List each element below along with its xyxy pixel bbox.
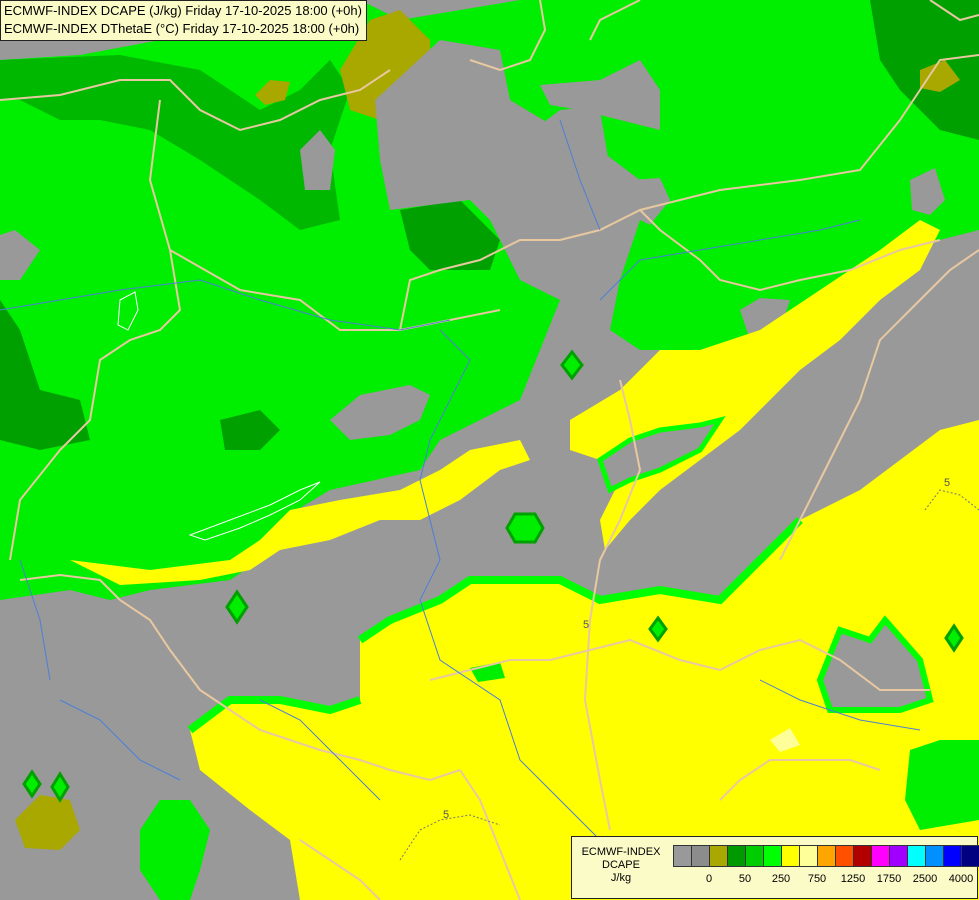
color-legend: ECMWF-INDEX DCAPE J/kg 0 50 250 750 1250 1750… (571, 836, 979, 899)
legend-swatch (944, 846, 962, 866)
legend-swatch (854, 846, 872, 866)
legend-swatch (962, 846, 979, 866)
legend-swatch (926, 846, 944, 866)
legend-tick-label: 750 (807, 873, 827, 885)
legend-swatch (908, 846, 926, 866)
legend-swatch (836, 846, 854, 866)
legend-tick-label: 4000 (948, 873, 974, 885)
legend-ticks: 0 50 250 750 1250 1750 2500 4000 (673, 873, 973, 887)
legend-swatch (872, 846, 890, 866)
legend-tick-label: 1250 (840, 873, 866, 885)
dcape-map: 5 5 5 (0, 0, 979, 900)
legend-swatch (710, 846, 728, 866)
title-line-dthetae: ECMWF-INDEX DThetaE (°C) Friday 17-10-20… (4, 21, 360, 36)
legend-tick-label: 250 (771, 873, 791, 885)
legend-title-1: ECMWF-INDEX (581, 846, 661, 858)
legend-swatch (782, 846, 800, 866)
legend-swatch (890, 846, 908, 866)
legend-title-2: DCAPE (602, 859, 640, 871)
legend-swatch (800, 846, 818, 866)
legend-swatch (674, 846, 692, 866)
hexagon-1 (505, 512, 545, 544)
legend-tick-label: 50 (738, 873, 752, 885)
legend-swatch (764, 846, 782, 866)
green-region-south-east (905, 740, 979, 830)
contour-label-center: 5 (583, 619, 589, 631)
legend-tick-label: 0 (705, 873, 713, 885)
legend-swatches (673, 845, 979, 867)
legend-swatch (692, 846, 710, 866)
legend-swatch (728, 846, 746, 866)
legend-swatch (818, 846, 836, 866)
contour-label-east: 5 (944, 477, 950, 489)
legend-label: ECMWF-INDEX DCAPE J/kg (576, 846, 666, 885)
legend-tick-label: 1750 (876, 873, 902, 885)
map-title-box: ECMWF-INDEX DCAPE (J/kg) Friday 17-10-20… (0, 0, 367, 41)
legend-unit: J/kg (610, 872, 632, 884)
title-line-dcape: ECMWF-INDEX DCAPE (J/kg) Friday 17-10-20… (4, 3, 362, 18)
legend-swatch (746, 846, 764, 866)
legend-tick-label: 2500 (912, 873, 938, 885)
